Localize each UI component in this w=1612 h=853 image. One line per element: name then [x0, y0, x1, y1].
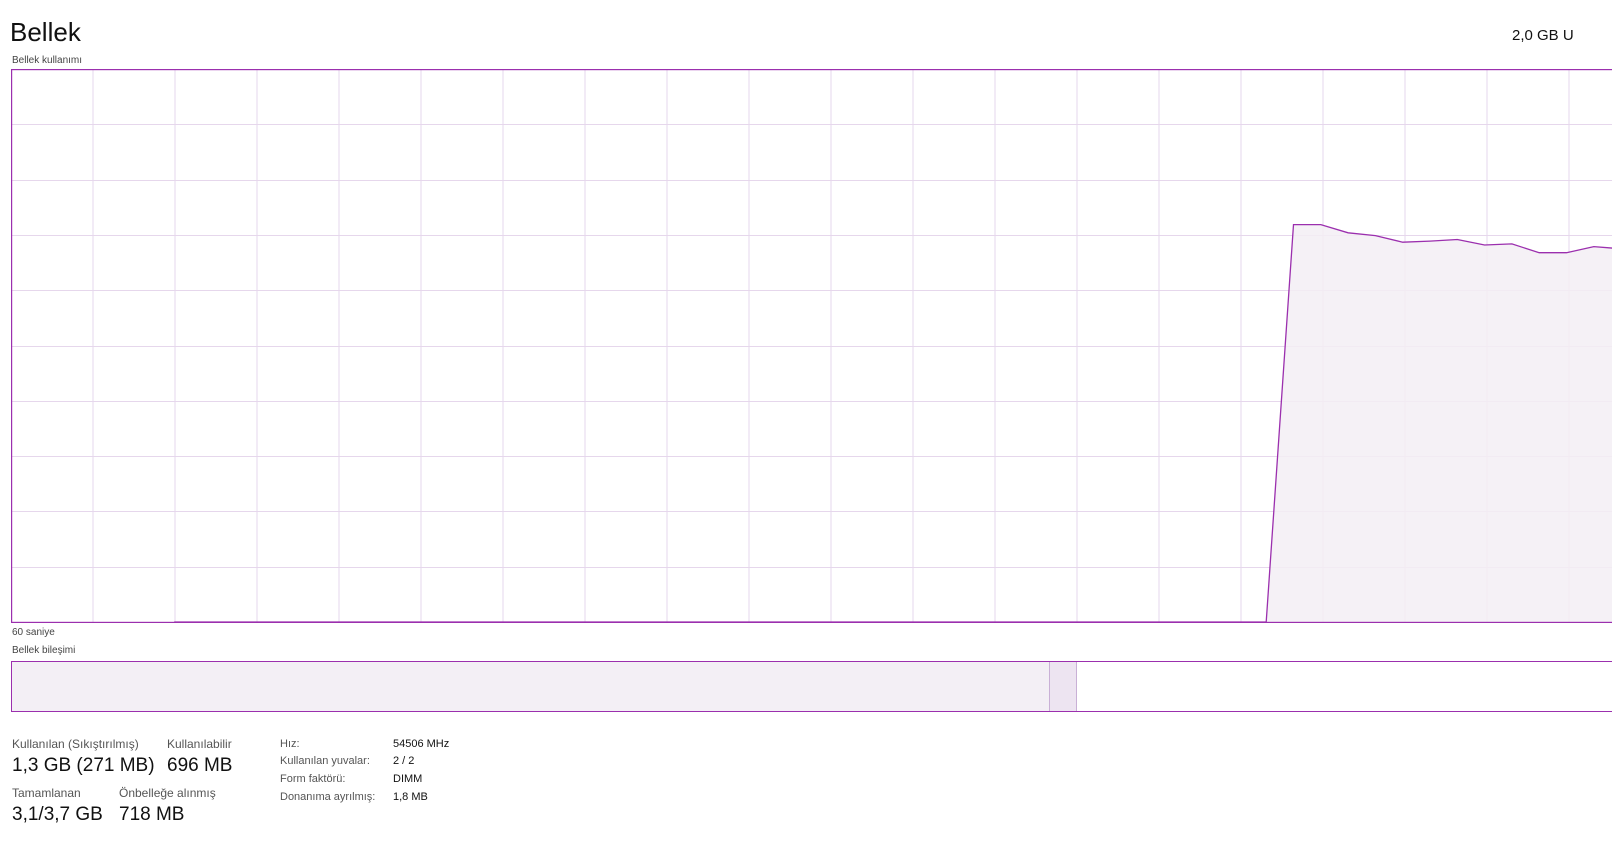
form-factor-value: DIMM [393, 773, 423, 785]
time-span-label: 60 saniye [12, 627, 55, 638]
memory-usage-graph-label: Bellek kullanımı [12, 55, 83, 66]
committed-value: 3,1/3,7 GB [12, 804, 103, 825]
memory-usage-graph [11, 69, 1612, 623]
slots-used-label: Kullanılan yuvalar: [280, 755, 370, 767]
in-use-label: Kullanılan (Sıkıştırılmış) [12, 737, 139, 751]
available-value: 696 MB [167, 755, 233, 776]
total-memory-label: 2,0 GB U [1512, 27, 1574, 44]
composition-modified-segment [1050, 662, 1077, 711]
hardware-reserved-value: 1,8 MB [393, 791, 428, 803]
slots-used-value: 2 / 2 [393, 755, 415, 767]
in-use-value: 1,3 GB (271 MB) [12, 755, 155, 776]
available-label: Kullanılabilir [167, 737, 232, 751]
hardware-reserved-label: Donanıma ayrılmış: [280, 791, 376, 803]
usage-area-fill [174, 224, 1612, 622]
committed-label: Tamamlanan [12, 786, 81, 800]
cached-value: 718 MB [119, 804, 185, 825]
composition-in-use-segment [12, 662, 1050, 711]
speed-label: Hız: [280, 738, 300, 750]
memory-composition-label: Bellek bileşimi [12, 645, 76, 656]
page-title: Bellek [10, 17, 81, 47]
memory-composition-bar [11, 661, 1612, 712]
memory-performance-panel: Bellek 2,0 GB U Bellek kullanımı 60 sani… [0, 0, 1612, 853]
memory-usage-chart [11, 69, 1612, 623]
cached-label: Önbelleğe alınmış [119, 786, 216, 800]
form-factor-label: Form faktörü: [280, 773, 346, 785]
speed-value: 54506 MHz [393, 738, 450, 750]
